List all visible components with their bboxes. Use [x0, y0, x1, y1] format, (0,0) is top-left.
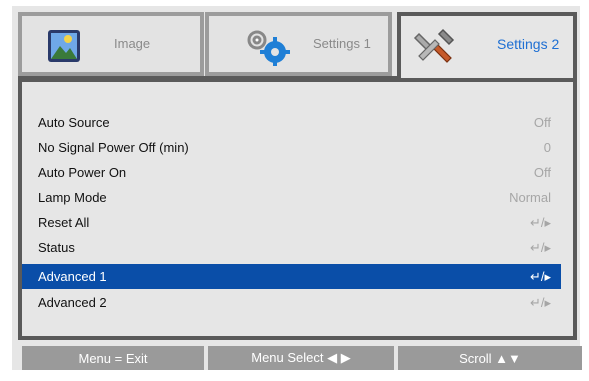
- menu-item-advanced-1[interactable]: Advanced 1 ↵/▸: [22, 264, 561, 289]
- menu-item-value: Off: [533, 165, 551, 180]
- menu-item-auto-power-on[interactable]: Auto Power On Off: [22, 160, 561, 185]
- menu-item-label: Reset All: [38, 215, 90, 230]
- enter-arrow-icon: ↵/▸: [529, 214, 551, 230]
- footer-exit-hint: Menu = Exit: [22, 346, 204, 370]
- tab-image-label: Image: [114, 36, 151, 51]
- menu-item-lamp-mode[interactable]: Lamp Mode Normal: [22, 185, 561, 210]
- osd-menu: Image Settings 1 Settings 2 Auto Source …: [12, 6, 582, 370]
- tab-settings-2[interactable]: Settings 2: [397, 12, 577, 80]
- menu-item-auto-source[interactable]: Auto Source Off: [22, 110, 561, 135]
- gears-icon: [247, 30, 290, 66]
- menu-item-label: Auto Source: [38, 115, 110, 130]
- menu-item-value: 0: [543, 140, 551, 155]
- menu-item-advanced-2[interactable]: Advanced 2 ↵/▸: [22, 290, 561, 315]
- tab-settings-1[interactable]: Settings 1: [205, 12, 392, 76]
- tools-icon: [413, 28, 455, 63]
- enter-arrow-icon: ↵/▸: [529, 239, 551, 255]
- menu-item-label: Advanced 2: [38, 295, 107, 310]
- tab-settings-1-label: Settings 1: [313, 36, 371, 51]
- menu-item-label: Auto Power On: [38, 165, 127, 180]
- menu-item-label: Advanced 1: [38, 269, 107, 284]
- footer-scroll-hint: Scroll ▲▼: [398, 346, 582, 370]
- menu-item-status[interactable]: Status ↵/▸: [22, 235, 561, 260]
- menu-item-label: Lamp Mode: [38, 190, 107, 205]
- menu-item-label: Status: [38, 240, 75, 255]
- footer-select-hint: Menu Select ◀ ▶: [208, 346, 394, 370]
- image-icon: [48, 30, 80, 62]
- enter-arrow-icon: ↵/▸: [529, 294, 551, 310]
- menu-item-no-signal-power-off[interactable]: No Signal Power Off (min) 0: [22, 135, 561, 160]
- tab-image[interactable]: Image: [18, 12, 204, 76]
- tab-settings-2-label: Settings 2: [497, 36, 560, 52]
- footer-hints: Menu = Exit Menu Select ◀ ▶ Scroll ▲▼: [22, 346, 582, 370]
- menu-item-value: Off: [533, 115, 551, 130]
- menu-item-reset-all[interactable]: Reset All ↵/▸: [22, 210, 561, 235]
- menu-item-label: No Signal Power Off (min): [38, 140, 189, 155]
- menu-item-value: Normal: [509, 190, 551, 205]
- enter-arrow-icon: ↵/▸: [529, 268, 551, 284]
